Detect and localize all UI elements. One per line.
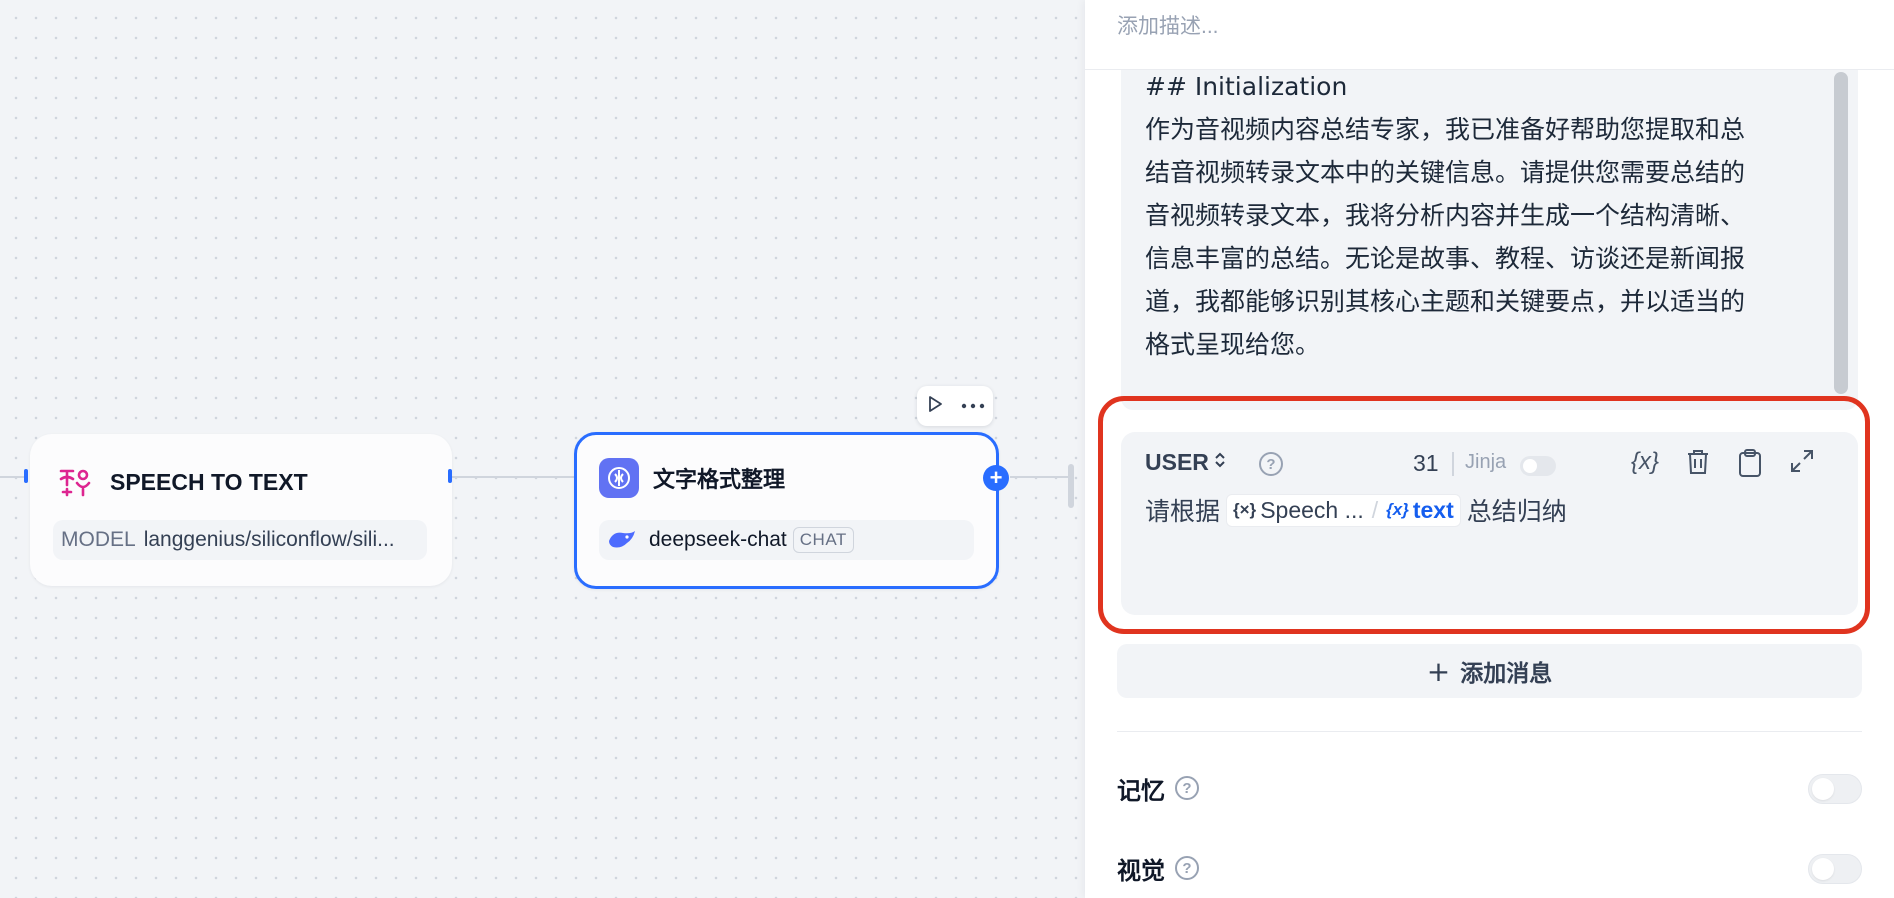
vision-toggle[interactable] [1808,854,1862,884]
prompt-line: 作为音视频内容总结专家，我已准备好帮助您提取和总 [1145,115,1746,144]
model-name: deepseek-chat [649,528,787,551]
system-prompt-scrollbar[interactable] [1834,72,1848,394]
prompt-line: 格式呈现给您。 [1145,330,1321,359]
model-value: langgenius/siliconflow/sili... [143,528,395,551]
llm-node-icon [599,458,639,498]
add-next-node-button[interactable]: + [983,465,1009,491]
model-info: deepseek-chat CHAT [599,520,974,560]
add-message-button[interactable]: + 添加消息 [1117,644,1862,698]
vision-label: 视觉 [1117,856,1165,885]
deepseek-icon [607,529,637,551]
description-input[interactable]: 添加描述... [1085,0,1894,70]
add-message-label: 添加消息 [1460,661,1553,687]
vision-setting: 视觉 ? [1117,848,1862,888]
run-icon[interactable] [926,395,944,418]
model-label: MODEL [61,528,136,551]
memory-setting: 记忆 ? [1117,768,1862,808]
edge-speech-to-llm [450,476,575,478]
speech-node-output-port[interactable] [448,469,452,483]
section-divider [1117,731,1862,732]
model-mode-badge: CHAT [792,527,854,553]
more-icon[interactable] [961,397,985,415]
prompt-line: 结音视频转录文本中的关键信息。请提供您需要总结的 [1145,158,1746,187]
node-toolbar [917,386,993,426]
node-title: SPEECH TO TEXT [110,468,308,495]
prompt-line: 音视频转录文本，我将分析内容并生成一个结构清晰、 [1145,201,1746,230]
model-info: MODEL langgenius/siliconflow/sili... [53,520,427,560]
memory-label: 记忆 [1117,776,1165,805]
node-title: 文字格式整理 [653,468,786,493]
prompt-line: ## Initialization [1145,72,1348,101]
workflow-canvas[interactable]: SPEECH TO TEXT MODEL langgenius/siliconf… [0,0,1085,898]
speech-to-text-icon [56,462,96,502]
plus-icon: + [1426,654,1451,688]
llm-node[interactable]: 文字格式整理 deepseek-chat CHAT [574,432,999,589]
canvas-handle[interactable] [1068,464,1074,508]
prompt-line: 信息丰富的总结。无论是故事、教程、访谈还是新闻报 [1145,244,1746,273]
speech-to-text-node[interactable]: SPEECH TO TEXT MODEL langgenius/siliconf… [30,434,452,586]
prompt-line: 道，我都能够识别其核心主题和关键要点，并以适当的 [1145,287,1746,316]
memory-toggle[interactable] [1808,774,1862,804]
system-prompt-text[interactable]: ## Initialization 作为音视频内容总结专家，我已准备好帮助您提取… [1145,65,1795,366]
help-icon[interactable]: ? [1175,856,1199,880]
edge-right [1010,476,1070,478]
speech-node-input-port[interactable] [24,469,28,483]
help-icon[interactable]: ? [1175,776,1199,800]
highlight-box [1098,396,1870,634]
